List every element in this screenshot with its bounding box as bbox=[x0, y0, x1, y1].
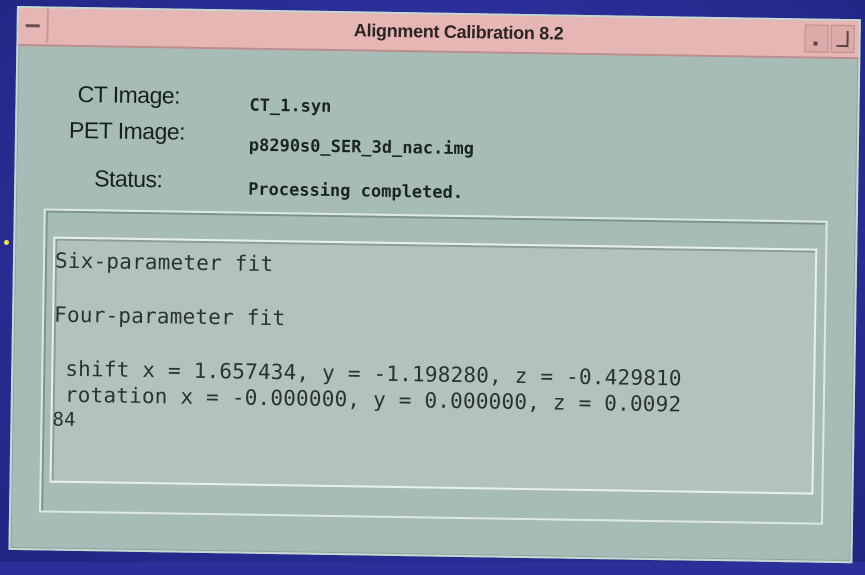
output-text-area[interactable]: Six-parameter fit Four-parameter fit shi… bbox=[49, 236, 818, 495]
window-menu-icon bbox=[25, 23, 40, 27]
pet-image-label: PET Image: bbox=[68, 116, 186, 145]
status-value: Processing completed. bbox=[247, 179, 464, 204]
pet-image-value: p8290s0_SER_3d_nac.img bbox=[248, 135, 475, 160]
ct-image-value: CT_1.syn bbox=[249, 95, 332, 117]
maximize-icon bbox=[836, 30, 849, 48]
output-panel: Six-parameter fit Four-parameter fit shi… bbox=[39, 208, 828, 525]
output-line: Four-parameter fit bbox=[53, 302, 286, 331]
minimize-button[interactable] bbox=[804, 24, 829, 53]
status-label: Status: bbox=[94, 165, 163, 193]
window-menu-button[interactable] bbox=[18, 8, 49, 43]
alignment-calibration-window: Alignment Calibration 8.2 CT Image: CT_1… bbox=[8, 6, 865, 575]
slide-bullet bbox=[4, 240, 9, 245]
window-title: Alignment Calibration 8.2 bbox=[353, 20, 564, 44]
maximize-button[interactable] bbox=[830, 24, 855, 54]
window-frame: Alignment Calibration 8.2 CT Image: CT_1… bbox=[8, 6, 861, 564]
output-line: Six-parameter fit bbox=[54, 248, 274, 277]
ct-image-label: CT Image: bbox=[77, 80, 181, 109]
output-line: 84 bbox=[52, 408, 76, 431]
minimize-icon bbox=[813, 41, 818, 46]
